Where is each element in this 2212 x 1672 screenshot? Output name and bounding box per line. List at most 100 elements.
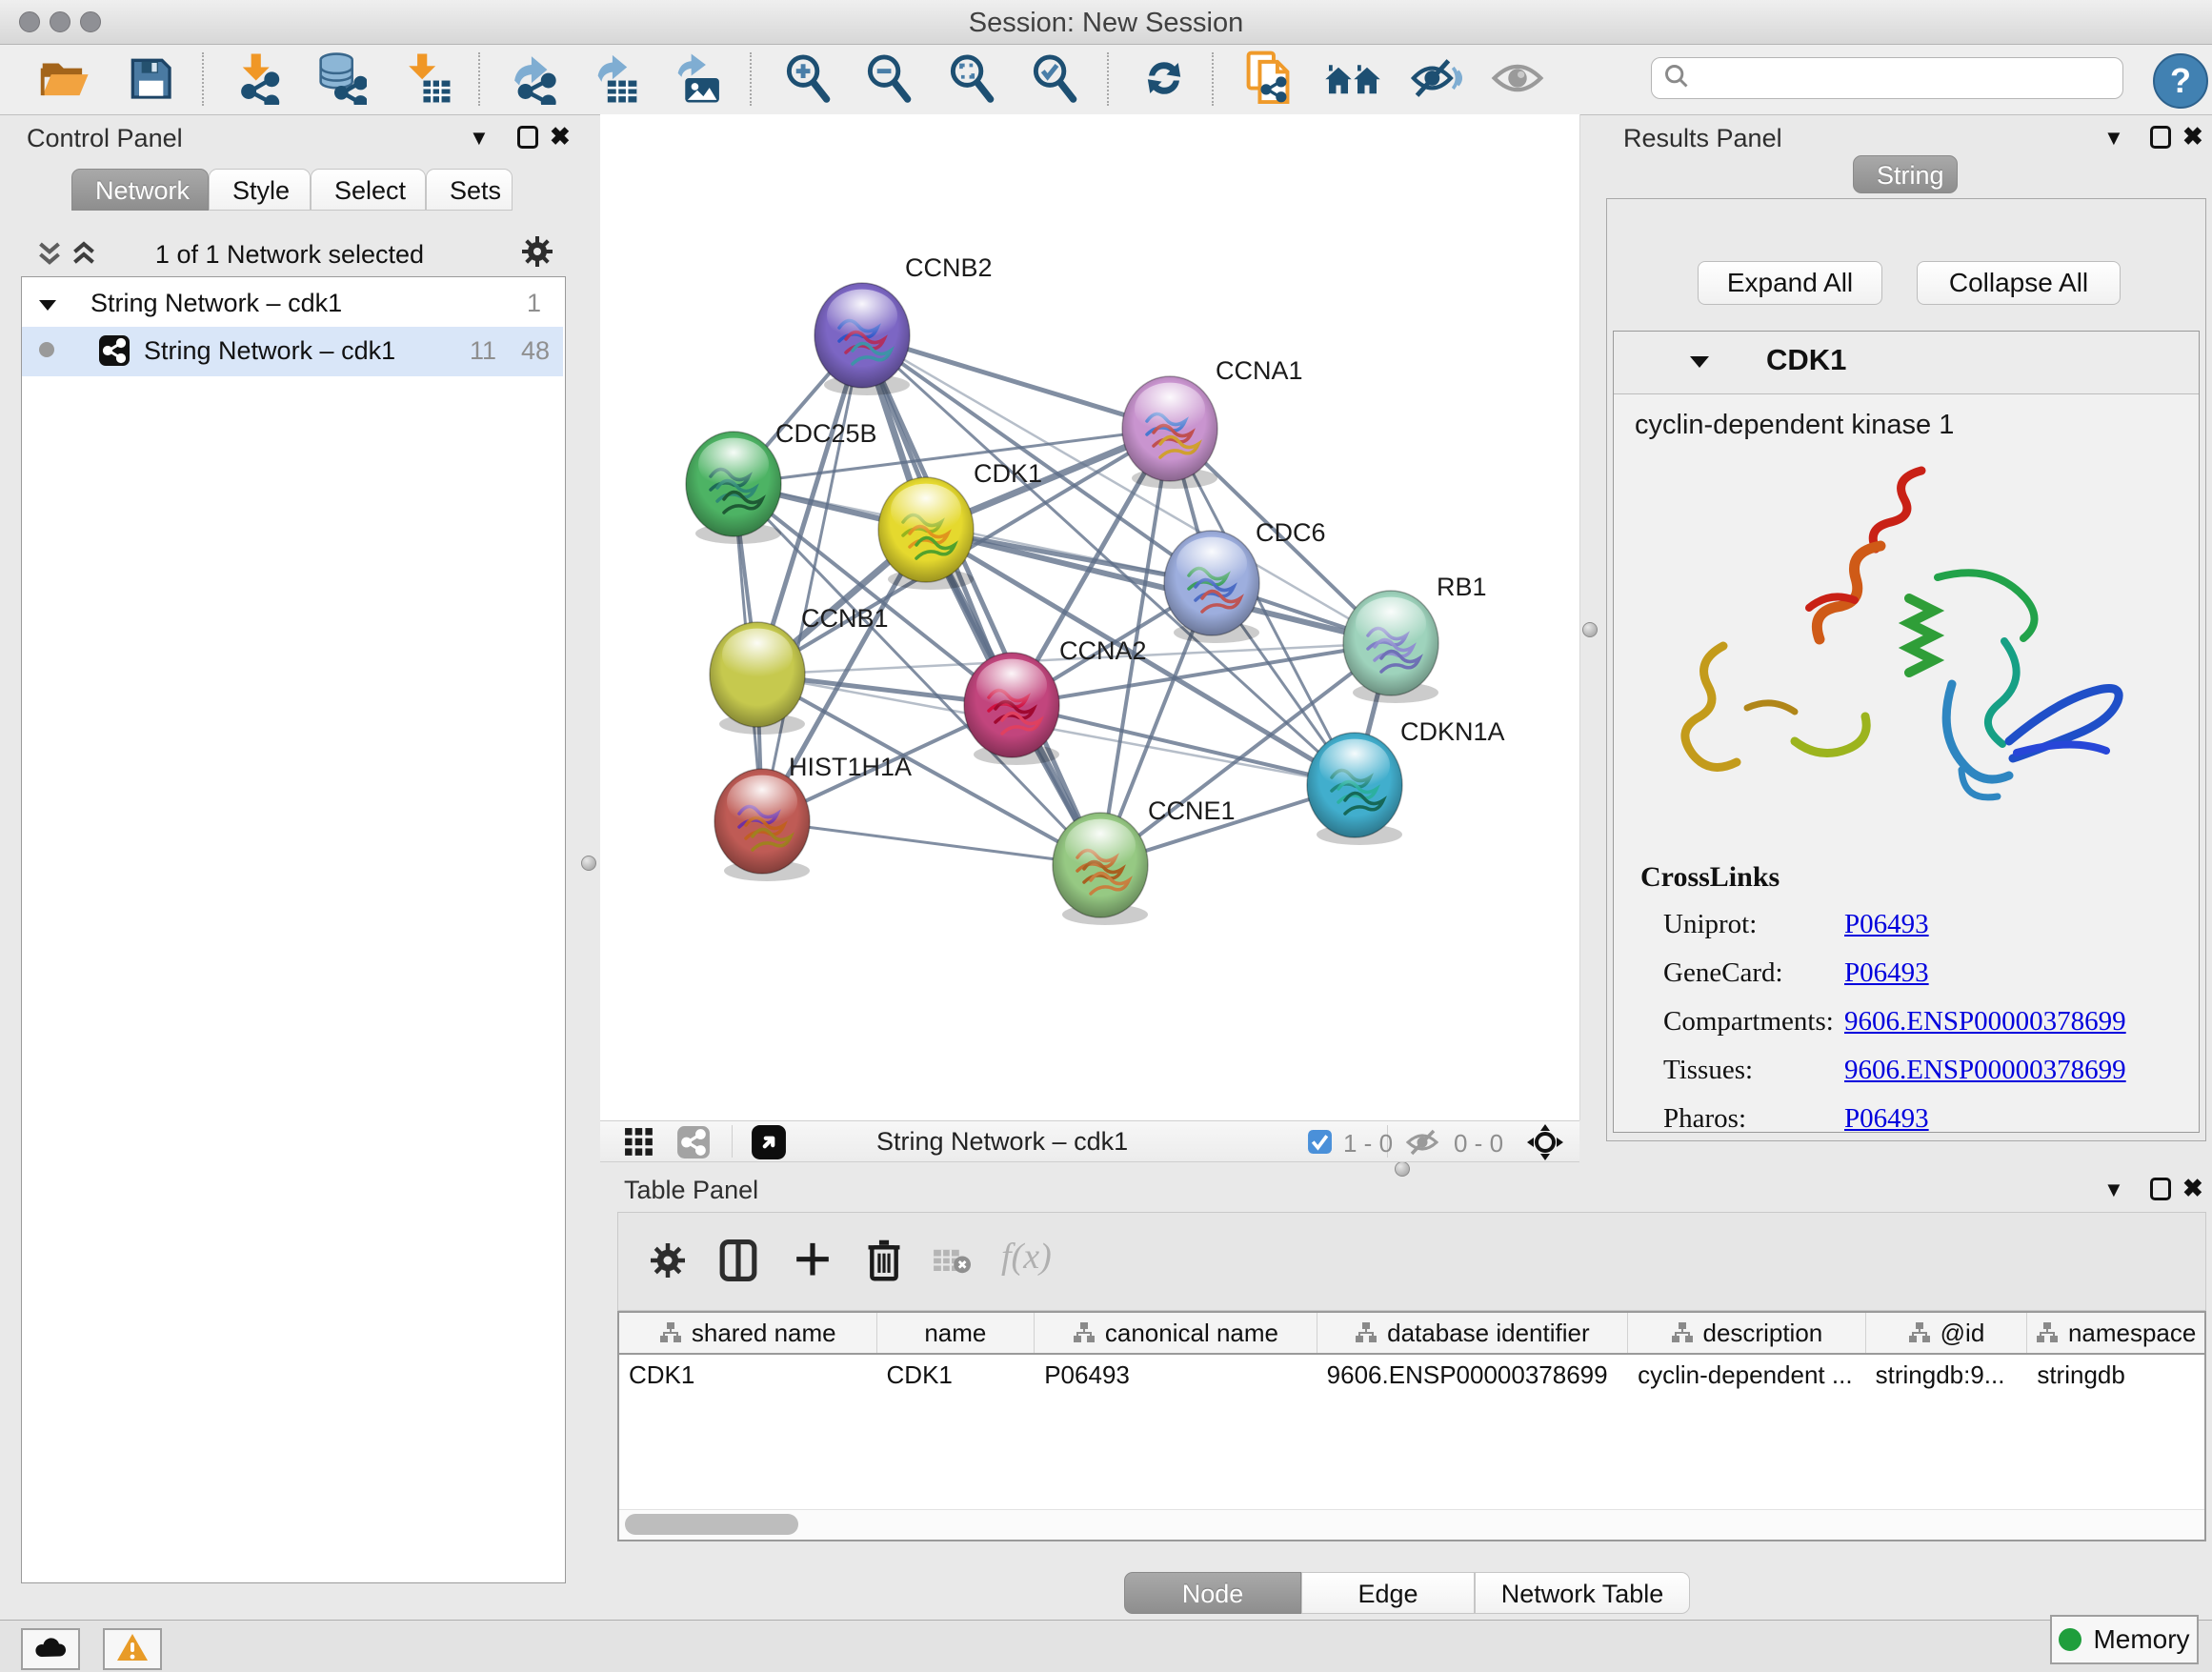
show-all-button[interactable] [1487,50,1548,110]
panel-close-icon[interactable]: ✖ [550,124,571,149]
export-network-button[interactable] [506,50,567,110]
first-neighbors-button[interactable] [1322,50,1383,110]
cell-shared-name[interactable]: CDK1 [619,1355,877,1395]
tab-node-table[interactable]: Node Table [1124,1572,1301,1614]
table-row[interactable]: CDK1 CDK1 P06493 9606.ENSP00000378699 cy… [619,1355,2204,1395]
show-columns-icon[interactable] [719,1239,757,1286]
zoom-selected-button[interactable] [1024,50,1085,110]
tab-string[interactable]: String [1853,155,1958,193]
grid-view-icon[interactable] [624,1127,654,1162]
hidden-eye-icon[interactable] [1405,1129,1443,1160]
network-share-icon[interactable] [676,1125,711,1164]
table-hscrollbar[interactable] [619,1509,2204,1541]
tree-expander-icon[interactable] [37,291,58,320]
export-image-button[interactable] [667,50,728,110]
open-session-button[interactable] [34,50,95,110]
table-hscrollbar-thumb[interactable] [625,1514,798,1535]
network-edge[interactable] [762,821,1100,865]
panel-menu-icon[interactable]: ▼ [2103,126,2124,151]
network-edge[interactable] [862,335,1100,865]
cell-canonical-name[interactable]: P06493 [1035,1355,1317,1395]
network-node-cdkn1a[interactable]: CDKN1A [1307,717,1505,845]
tab-sets[interactable]: Sets [426,169,513,211]
selected-counts: 1 - 0 [1343,1129,1393,1158]
toolbar-search[interactable] [1651,57,2123,99]
cell-id[interactable]: stringdb:9... [1866,1355,2028,1395]
expand-all-button[interactable]: Expand All [1698,261,1882,305]
zoom-in-button[interactable] [777,50,838,110]
panel-menu-icon[interactable]: ▼ [2103,1178,2124,1202]
tab-edge-table[interactable]: Edge Table [1301,1572,1475,1614]
copy-pages-icon [1244,50,1296,111]
column-header-name[interactable]: name [877,1313,1036,1353]
cell-name[interactable]: CDK1 [877,1355,1036,1395]
crosslink-label: Tissues: [1663,1055,1753,1086]
hide-selection-button[interactable] [1405,50,1466,110]
column-header-namespace[interactable]: namespace [2027,1313,2204,1353]
warnings-button[interactable] [103,1628,162,1670]
network-edge[interactable] [1012,705,1355,785]
network-graph[interactable]: CCNB2CCNA1CDC25BCDK1CDC6RB1CCNB1CCNA2CDK… [600,114,1579,1120]
column-header-canonical-name[interactable]: canonical name [1035,1313,1317,1353]
zoom-fit-button[interactable] [941,50,1002,110]
import-network-from-database-button[interactable] [310,50,371,110]
network-node-cdc25b[interactable]: CDC25B [686,419,877,544]
panel-float-icon[interactable] [2150,1178,2171,1200]
import-table-from-file-button[interactable] [395,50,456,110]
gear-icon[interactable] [651,1243,685,1282]
import-network-from-file-button[interactable] [227,50,288,110]
birdseye-position-icon[interactable] [1526,1123,1564,1166]
delete-column-icon[interactable] [866,1238,902,1286]
zoom-out-button[interactable] [858,50,919,110]
birdseye-toggle-icon[interactable] [751,1124,787,1165]
crosslink-uniprot[interactable]: P06493 [1844,909,1929,940]
add-column-icon[interactable] [794,1239,832,1286]
memory-button[interactable]: Memory [2050,1615,2199,1664]
tab-select[interactable]: Select [311,169,426,211]
update-network-button[interactable] [1134,50,1195,110]
export-table-icon [591,51,644,110]
cell-description[interactable]: cyclin-dependent ... [1628,1355,1866,1395]
panel-close-icon[interactable]: ✖ [2182,1176,2203,1200]
tab-network-table[interactable]: Network Table [1475,1572,1690,1614]
tab-style[interactable]: Style [209,169,311,211]
network-canvas[interactable]: CCNB2CCNA1CDC25BCDK1CDC6RB1CCNB1CCNA2CDK… [600,114,1580,1120]
crosslink-tissues[interactable]: 9606.ENSP00000378699 [1844,1055,2126,1086]
crosslink-genecard[interactable]: P06493 [1844,957,1929,989]
control-panel-title: Control Panel [27,124,183,153]
network-node-hist1h1a[interactable]: HIST1H1A [714,753,912,881]
column-header-description[interactable]: description [1628,1313,1866,1353]
network-collection-row[interactable]: String Network – cdk1 1 [22,281,563,329]
network-node-rb1[interactable]: RB1 [1343,573,1487,703]
search-input[interactable] [1690,63,2103,94]
crosslink-compartments[interactable]: 9606.ENSP00000378699 [1844,1006,2126,1037]
cell-database-identifier[interactable]: 9606.ENSP00000378699 [1317,1355,1628,1395]
panel-menu-icon[interactable]: ▼ [469,126,490,151]
network-node-cdk1[interactable]: CDK1 [878,459,1042,590]
tab-network[interactable]: Network [71,169,209,211]
network-node-cdc6[interactable]: CDC6 [1164,518,1326,643]
panel-close-icon[interactable]: ✖ [2182,124,2203,149]
collapse-all-button[interactable]: Collapse All [1917,261,2121,305]
network-row-selected[interactable]: String Network – cdk1 11 48 [22,327,563,376]
panel-float-icon[interactable] [2150,126,2171,149]
column-header-id[interactable]: @id [1866,1313,2028,1353]
search-icon [1663,63,1690,94]
save-session-button[interactable] [120,50,181,110]
column-header-database-identifier[interactable]: database identifier [1317,1313,1628,1353]
eye-icon [1491,59,1544,102]
gene-expander-icon[interactable] [1688,353,1711,374]
cell-namespace[interactable]: stringdb [2027,1355,2204,1395]
selected-checkbox-icon[interactable] [1307,1129,1333,1159]
splitter-handle-left[interactable] [581,856,596,871]
gear-icon[interactable] [522,236,553,272]
export-table-button[interactable] [587,50,648,110]
column-header-shared-name[interactable]: shared name [619,1313,877,1353]
help-button[interactable]: ? [2153,53,2208,109]
network-edge[interactable] [762,335,862,821]
crosslink-pharos[interactable]: P06493 [1844,1103,1929,1135]
cloud-button[interactable] [21,1628,80,1670]
copy-network-button[interactable] [1239,50,1300,110]
panel-float-icon[interactable] [517,126,538,149]
gene-card-header[interactable]: CDK1 [1614,332,2199,394]
